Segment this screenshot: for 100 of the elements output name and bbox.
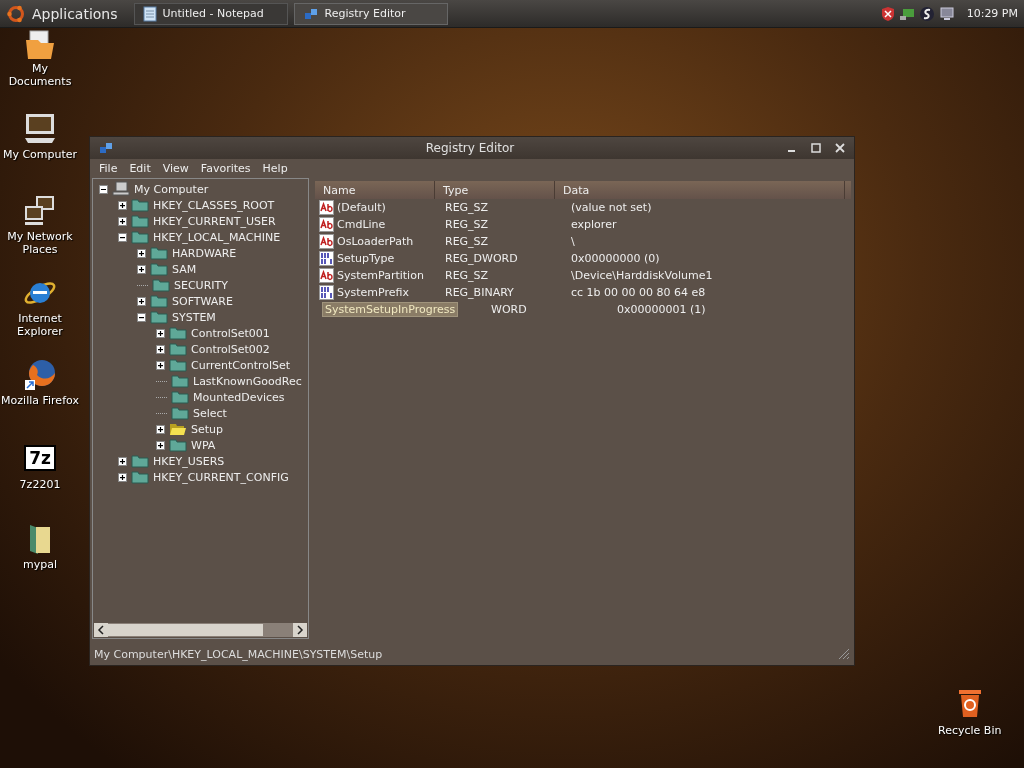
binary-value-icon <box>319 285 334 300</box>
tree-item[interactable]: LastKnownGoodRec <box>193 374 302 388</box>
taskbar-button[interactable]: Untitled - Notepad <box>133 2 288 25</box>
value-type: WORD <box>491 303 527 316</box>
ab-value-icon <box>319 234 334 249</box>
desktop-icon-label[interactable]: Mozilla Firefox <box>1 394 79 407</box>
tree-item[interactable]: WPA <box>191 438 216 452</box>
computer-icon[interactable] <box>23 112 57 146</box>
scroll-left-icon[interactable] <box>94 623 108 637</box>
value-type: REG_BINARY <box>445 286 514 299</box>
expand-icon[interactable] <box>156 344 165 354</box>
value-name[interactable]: SystemPrefix <box>337 286 409 299</box>
menu-item[interactable]: Favorites <box>195 161 256 176</box>
menu-item[interactable]: Edit <box>124 161 156 176</box>
tree-item[interactable]: Setup <box>191 422 224 436</box>
folder-icon[interactable] <box>27 522 53 556</box>
maximize-icon[interactable] <box>810 142 822 154</box>
circle-logo-icon <box>6 3 26 24</box>
tree-item[interactable]: My Computer <box>134 182 209 196</box>
menu-item[interactable]: File <box>94 161 123 176</box>
expand-icon[interactable] <box>156 360 165 370</box>
taskbar-button[interactable]: Registry Editor <box>293 2 448 25</box>
value-data: \Device\HarddiskVolume1 <box>571 269 713 282</box>
value-name[interactable]: SystemPartition <box>337 269 424 282</box>
folder-documents-icon[interactable] <box>24 30 56 60</box>
desktop-icon-label[interactable]: mypal <box>23 558 57 571</box>
name-tooltip: SystemSetupInProgress <box>322 302 459 317</box>
network-computers-icon[interactable] <box>23 194 57 228</box>
scroll-right-icon[interactable] <box>293 623 307 637</box>
resize-grip-icon[interactable] <box>838 648 850 660</box>
value-name[interactable]: CmdLine <box>337 218 386 231</box>
column-header[interactable]: Type <box>435 181 555 199</box>
tree-item[interactable]: SECURITY <box>174 278 228 292</box>
expand-icon[interactable] <box>137 296 146 306</box>
expand-icon[interactable] <box>118 200 127 210</box>
value-name[interactable]: (Default) <box>337 201 386 214</box>
scrollbar-thumb[interactable] <box>108 624 263 636</box>
s-logo-icon[interactable] <box>918 5 935 22</box>
status-bar-path: My Computer\HKEY_LOCAL_MACHINE\SYSTEM\Setup <box>94 647 383 661</box>
desktop-icon-label[interactable]: Recycle Bin <box>938 724 1002 737</box>
tree-item[interactable]: HKEY_CLASSES_ROOT <box>153 198 275 212</box>
tree-item[interactable]: HARDWARE <box>172 246 237 260</box>
fox-globe-icon[interactable] <box>23 358 57 392</box>
ab-value-icon <box>319 217 334 232</box>
archive-logo-icon[interactable]: 7z <box>24 445 56 471</box>
column-header[interactable]: Name <box>315 181 435 199</box>
shield-icon[interactable] <box>880 5 895 22</box>
expand-icon[interactable] <box>156 328 165 338</box>
expand-icon[interactable] <box>137 248 146 258</box>
expand-icon[interactable] <box>118 216 127 226</box>
tree-item[interactable]: SAM <box>172 262 197 276</box>
window-title: Registry Editor <box>424 141 516 155</box>
applications-menu[interactable]: Applications <box>6 3 128 24</box>
value-type: REG_SZ <box>445 218 489 231</box>
desktop-icon-label[interactable]: 7z2201 <box>19 478 61 491</box>
tree-item[interactable]: ControlSet002 <box>191 342 270 356</box>
desktop-icon-label[interactable]: My Network Places <box>0 230 80 256</box>
expand-icon[interactable] <box>137 264 146 274</box>
desktop-icon-label[interactable]: Internet Explorer <box>0 312 80 338</box>
expand-icon[interactable] <box>118 456 127 466</box>
value-type: REG_DWORD <box>445 252 518 265</box>
clock[interactable]: 10:29 PM <box>966 7 1018 20</box>
ab-value-icon <box>319 200 334 215</box>
desktop-icon-label[interactable]: My Computer <box>2 148 78 161</box>
desktop-icon-label[interactable]: My Documents <box>0 62 80 88</box>
expand-icon[interactable] <box>156 424 165 434</box>
tree-item[interactable]: HKEY_LOCAL_MACHINE <box>153 230 281 244</box>
menu-item[interactable]: View <box>157 161 194 176</box>
tree-item[interactable]: SOFTWARE <box>172 294 233 308</box>
column-header[interactable]: Data <box>555 181 845 199</box>
collapse-icon[interactable] <box>137 312 146 322</box>
ab-value-icon <box>319 268 334 283</box>
tree-item[interactable]: MountedDevices <box>193 390 285 404</box>
tree-item[interactable]: SYSTEM <box>172 310 216 324</box>
network-icon[interactable] <box>898 6 915 21</box>
horizontal-scrollbar[interactable] <box>94 623 307 637</box>
expand-icon[interactable] <box>156 440 165 450</box>
cubes-icon <box>98 140 114 156</box>
collapse-icon[interactable] <box>118 232 127 242</box>
value-name[interactable]: SetupType <box>337 252 395 265</box>
value-name[interactable]: OsLoaderPath <box>337 235 414 248</box>
value-data: 0x00000001 (1) <box>617 303 706 316</box>
menu-item[interactable]: Help <box>257 161 293 176</box>
close-icon[interactable] <box>834 142 846 154</box>
tree-item[interactable]: HKEY_USERS <box>153 454 225 468</box>
expand-icon[interactable] <box>118 472 127 482</box>
tree-item[interactable]: HKEY_CURRENT_USER <box>153 214 276 228</box>
value-data: (value not set) <box>571 201 652 214</box>
value-data: cc 1b 00 00 00 80 64 e8 <box>571 286 706 299</box>
value-data: 0x00000000 (0) <box>571 252 660 265</box>
notepad-icon <box>142 5 157 22</box>
binary-value-icon <box>319 251 334 266</box>
value-type: REG_SZ <box>445 269 489 282</box>
collapse-icon[interactable] <box>99 184 108 194</box>
tree-item[interactable]: CurrentControlSet <box>191 358 291 372</box>
tree-item[interactable]: ControlSet001 <box>191 326 270 340</box>
monitor-icon[interactable] <box>938 5 955 22</box>
tree-item[interactable]: HKEY_CURRENT_CONFIG <box>153 470 289 484</box>
tree-item[interactable]: Select <box>193 406 227 420</box>
value-type: REG_SZ <box>445 235 489 248</box>
